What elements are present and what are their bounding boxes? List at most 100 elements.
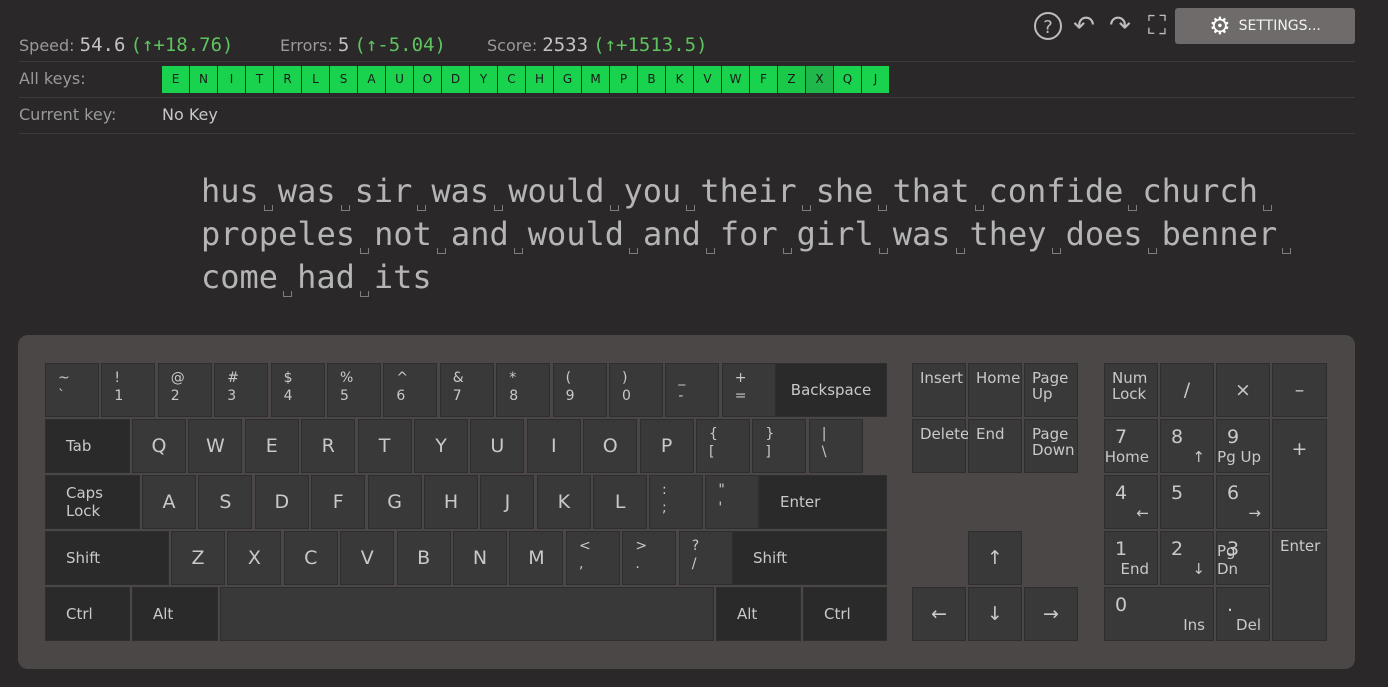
key-o[interactable]: O xyxy=(583,419,638,473)
space-marker xyxy=(1277,220,1296,256)
key-u[interactable]: U xyxy=(470,419,525,473)
key-numpad-minus[interactable]: – xyxy=(1272,363,1327,417)
key-page-up[interactable]: Page Up xyxy=(1024,363,1078,417)
key-arrow-up[interactable]: ↑ xyxy=(968,531,1022,585)
key-insert[interactable]: Insert xyxy=(912,363,966,417)
key-arrow-right[interactable]: → xyxy=(1024,587,1078,641)
space-marker xyxy=(778,220,797,256)
key-tab[interactable]: Tab xyxy=(45,419,130,473)
key-d[interactable]: D xyxy=(254,475,309,529)
key-e[interactable]: E xyxy=(244,419,299,473)
key-6[interactable]: ^ 6 xyxy=(383,363,438,417)
key-symbol[interactable]: | \ xyxy=(808,419,863,473)
key-page-down[interactable]: Page Down xyxy=(1024,419,1078,473)
key-delete[interactable]: Delete xyxy=(912,419,970,473)
key-4[interactable]: $4 xyxy=(270,363,325,417)
key-l[interactable]: L xyxy=(593,475,648,529)
key-1[interactable]: ! 1 xyxy=(101,363,156,417)
key-ctrl-right[interactable]: Ctrl xyxy=(803,587,887,641)
key-f[interactable]: F xyxy=(311,475,366,529)
key-symbol[interactable]: :; xyxy=(649,475,703,529)
key-shift-left[interactable]: Shift xyxy=(45,531,169,585)
key-numpad-8[interactable]: 8 ↑ xyxy=(1160,419,1214,473)
key-arrow-left[interactable]: ← xyxy=(912,587,966,641)
key-n[interactable]: N xyxy=(453,531,507,585)
key-9[interactable]: (9 xyxy=(552,363,607,417)
key-m[interactable]: M xyxy=(509,531,564,585)
key-z[interactable]: Z xyxy=(171,531,225,585)
key-space[interactable] xyxy=(220,587,714,641)
key-numpad-5[interactable]: 5 xyxy=(1160,475,1214,529)
redo-icon[interactable]: ↷ xyxy=(1105,11,1135,41)
key-symbol[interactable]: {[ xyxy=(696,419,750,473)
key-=[interactable]: + = xyxy=(721,363,776,417)
key-numpad-1[interactable]: 1 End xyxy=(1104,531,1158,585)
key-symbol[interactable]: <, xyxy=(566,531,620,585)
key-symbol[interactable]: }] xyxy=(752,419,807,473)
key-7[interactable]: & 7 xyxy=(439,363,494,417)
key-numpad-6[interactable]: 6 → xyxy=(1216,475,1270,529)
key-label: 7 xyxy=(1115,426,1128,448)
key-w[interactable]: W xyxy=(188,419,243,473)
key-numpad-divide[interactable]: / xyxy=(1160,363,1214,417)
help-icon[interactable]: ? xyxy=(1034,12,1062,40)
key-backspace[interactable]: Backspace xyxy=(775,363,887,417)
key-end[interactable]: End xyxy=(968,419,1022,473)
key-chip: A xyxy=(358,66,385,93)
key-ctrl-left[interactable]: Ctrl xyxy=(45,587,130,641)
key-numpad-0[interactable]: 0 Ins xyxy=(1104,587,1214,641)
key-numpad-enter[interactable]: Enter xyxy=(1272,531,1327,641)
key-s[interactable]: S xyxy=(198,475,253,529)
key-`[interactable]: ~ ` xyxy=(45,363,99,417)
key-label: Delete xyxy=(920,425,970,443)
key-symbol[interactable]: ? / xyxy=(678,531,733,585)
lesson-word: their xyxy=(700,172,797,210)
key-numpad-multiply[interactable]: × xyxy=(1216,363,1270,417)
key-numpad-plus[interactable]: + xyxy=(1272,419,1327,529)
key-v[interactable]: V xyxy=(340,531,395,585)
key--[interactable]: _ - xyxy=(665,363,720,417)
key-symbol[interactable]: >. xyxy=(622,531,677,585)
key-5[interactable]: % 5 xyxy=(327,363,381,417)
key-caps-lock[interactable]: Caps Lock xyxy=(45,475,140,529)
key-alt-left[interactable]: Alt xyxy=(132,587,218,641)
key-p[interactable]: P xyxy=(639,419,694,473)
divider xyxy=(19,97,1355,98)
key-home[interactable]: Home xyxy=(968,363,1022,417)
fullscreen-icon[interactable]: ⛶ xyxy=(1142,11,1172,41)
key-c[interactable]: C xyxy=(283,531,338,585)
key-shift-right[interactable]: Shift xyxy=(732,531,887,585)
key-b[interactable]: B xyxy=(396,531,451,585)
key-0[interactable]: ) 0 xyxy=(609,363,663,417)
key-3[interactable]: #3 xyxy=(214,363,269,417)
key-8[interactable]: * 8 xyxy=(496,363,551,417)
undo-icon[interactable]: ↶ xyxy=(1069,11,1099,41)
key-x[interactable]: X xyxy=(227,531,282,585)
settings-button[interactable]: ⚙ SETTINGS... xyxy=(1175,8,1355,44)
key-symbol[interactable]: " ' xyxy=(705,475,760,529)
key-num-lock[interactable]: Num Lock xyxy=(1104,363,1158,417)
key-numpad-dot[interactable]: . Del xyxy=(1216,587,1270,641)
key-h[interactable]: H xyxy=(424,475,478,529)
key-a[interactable]: A xyxy=(142,475,196,529)
key-enter[interactable]: Enter xyxy=(759,475,887,529)
key-k[interactable]: K xyxy=(536,475,591,529)
lesson-text[interactable]: hus was sir was would you their she that confide c… xyxy=(201,170,1292,299)
key-numpad-7[interactable]: 7 Home xyxy=(1104,419,1158,473)
key-i[interactable]: I xyxy=(526,419,581,473)
key-r[interactable]: R xyxy=(301,419,356,473)
key-j[interactable]: J xyxy=(480,475,535,529)
key-alt-right[interactable]: Alt xyxy=(716,587,801,641)
key-2[interactable]: @2 xyxy=(157,363,212,417)
key-arrow-down[interactable]: ↓ xyxy=(968,587,1022,641)
key-g[interactable]: G xyxy=(367,475,422,529)
score-value: 2533 xyxy=(542,34,589,56)
key-numpad-9[interactable]: 9 Pg Up xyxy=(1216,419,1270,473)
key-label: 9 xyxy=(1227,426,1240,448)
key-numpad-2[interactable]: 2 ↓ xyxy=(1160,531,1214,585)
key-numpad-3[interactable]: 3 Pg Dn xyxy=(1216,531,1270,585)
key-y[interactable]: Y xyxy=(414,419,468,473)
key-numpad-4[interactable]: 4 ← xyxy=(1104,475,1158,529)
key-q[interactable]: Q xyxy=(132,419,186,473)
key-t[interactable]: T xyxy=(357,419,412,473)
